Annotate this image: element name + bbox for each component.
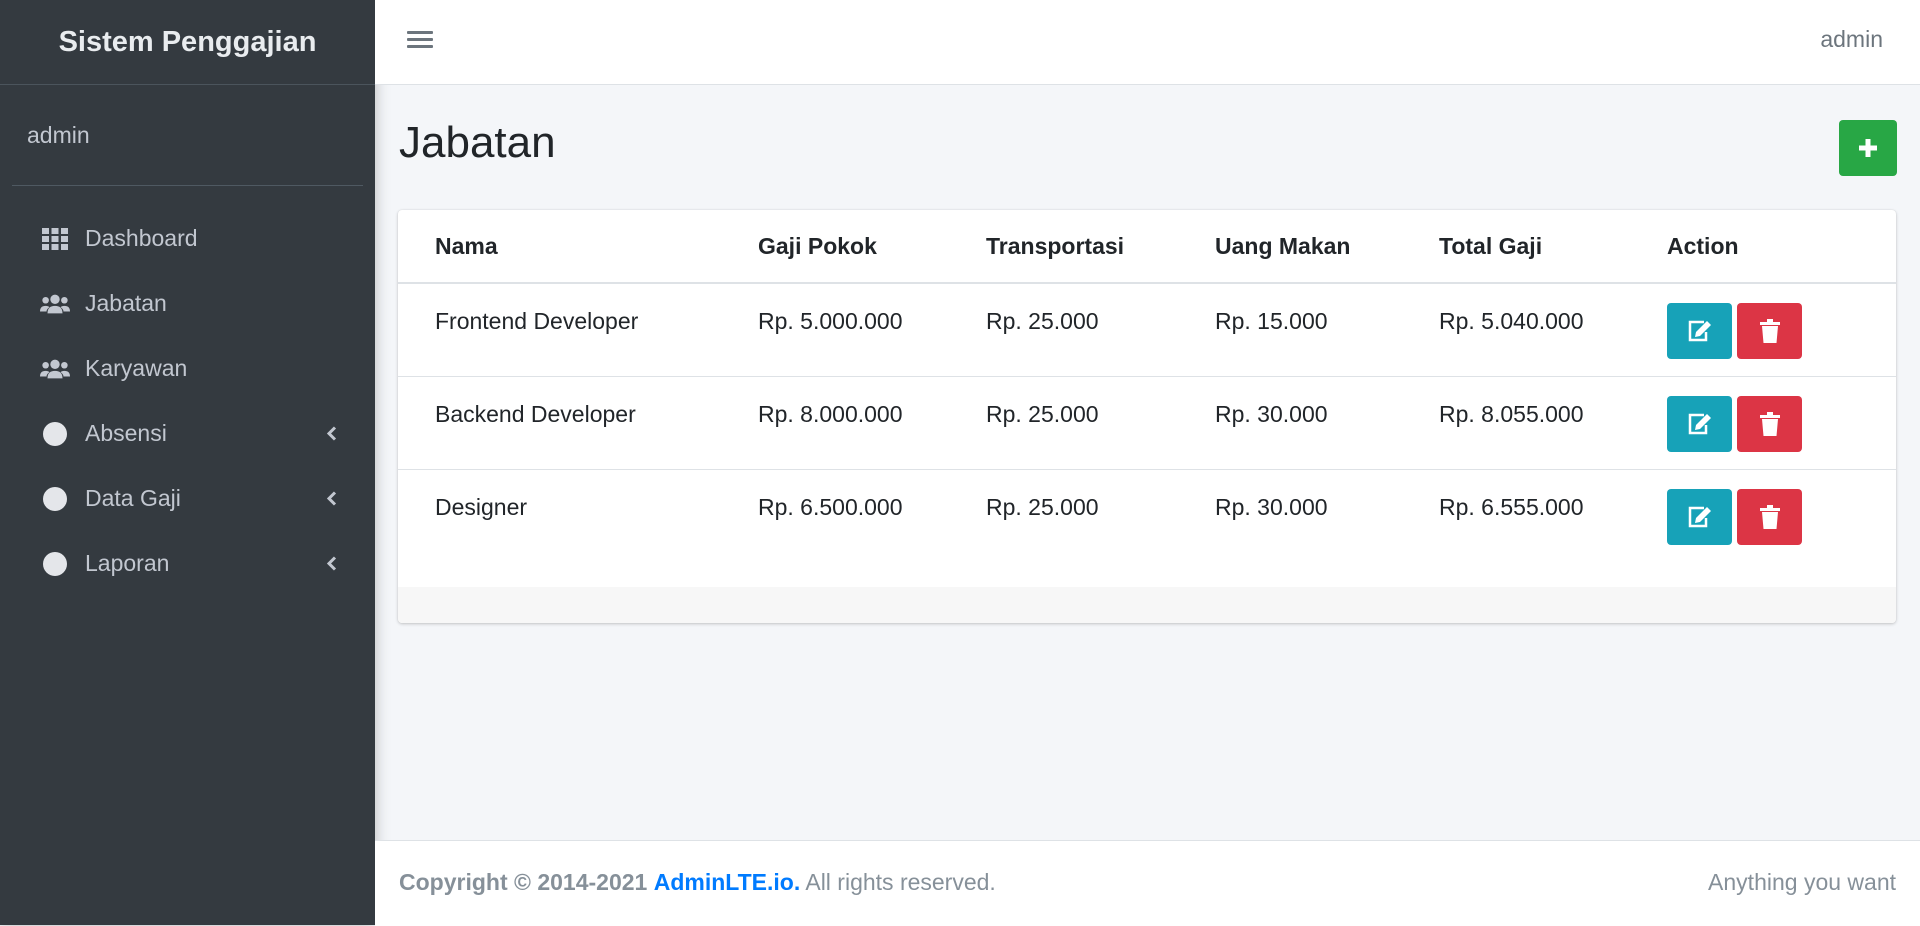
cell-gaji-pokok: Rp. 5.000.000 xyxy=(758,308,903,334)
column-header-transportasi[interactable]: Transportasi xyxy=(986,210,1215,284)
cell-nama: Backend Developer xyxy=(435,401,636,427)
rights-text: All rights reserved. xyxy=(805,869,996,895)
card-footer xyxy=(398,587,1896,623)
row-actions xyxy=(1667,470,1896,545)
cell-transportasi: Rp. 25.000 xyxy=(986,494,1099,520)
top-navbar: admin xyxy=(375,0,1920,85)
cell-uang-makan: Rp. 30.000 xyxy=(1215,494,1328,520)
sidebar-item-jabatan[interactable]: Jabatan xyxy=(0,271,375,336)
edit-button[interactable] xyxy=(1667,303,1732,359)
table-header-row: Nama Gaji Pokok Transportasi Uang Makan … xyxy=(398,210,1896,284)
trash-icon xyxy=(1759,319,1780,343)
cell-gaji-pokok: Rp. 8.000.000 xyxy=(758,401,903,427)
column-header-uang-makan[interactable]: Uang Makan xyxy=(1215,210,1439,284)
cell-uang-makan: Rp. 15.000 xyxy=(1215,308,1328,334)
column-header-gaji-pokok[interactable]: Gaji Pokok xyxy=(758,210,986,284)
sidebar-item-label: Laporan xyxy=(85,550,170,576)
circle-icon xyxy=(40,419,70,449)
chevron-left-icon xyxy=(326,485,337,512)
footer-copyright: Copyright © 2014-2021 AdminLTE.io. All r… xyxy=(399,869,996,896)
plus-icon xyxy=(1859,139,1877,157)
table-row: Frontend Developer Rp. 5.000.000 Rp. 25.… xyxy=(398,283,1896,377)
brand-title[interactable]: Sistem Penggajian xyxy=(0,0,375,85)
edit-icon xyxy=(1688,506,1711,528)
top-user-menu[interactable]: admin xyxy=(1820,26,1883,53)
cell-total-gaji: Rp. 8.055.000 xyxy=(1439,401,1584,427)
column-header-nama[interactable]: Nama xyxy=(398,210,758,284)
footer-tagline: Anything you want xyxy=(1708,869,1896,895)
sidebar-item-absensi[interactable]: Absensi xyxy=(0,401,375,466)
adminlte-link[interactable]: AdminLTE.io. xyxy=(654,869,801,895)
row-actions xyxy=(1667,284,1896,359)
page-footer: Copyright © 2014-2021 AdminLTE.io. All r… xyxy=(375,840,1920,926)
users-icon xyxy=(40,354,70,384)
edit-icon xyxy=(1688,320,1711,342)
sidebar-item-label: Absensi xyxy=(85,420,167,446)
sidebar-item-label: Jabatan xyxy=(85,290,167,316)
row-actions xyxy=(1667,377,1896,452)
sidebar-item-label: Dashboard xyxy=(85,225,198,251)
table-row: Backend Developer Rp. 8.000.000 Rp. 25.0… xyxy=(398,376,1896,470)
sidebar-item-dashboard[interactable]: Dashboard xyxy=(0,206,375,271)
trash-icon xyxy=(1759,412,1780,436)
jabatan-table: Nama Gaji Pokok Transportasi Uang Makan … xyxy=(398,210,1896,562)
circle-icon xyxy=(40,484,70,514)
circle-icon xyxy=(40,549,70,579)
add-jabatan-button[interactable] xyxy=(1839,120,1897,176)
trash-icon xyxy=(1759,505,1780,529)
cell-transportasi: Rp. 25.000 xyxy=(986,401,1099,427)
edit-button[interactable] xyxy=(1667,396,1732,452)
edit-button[interactable] xyxy=(1667,489,1732,545)
cell-total-gaji: Rp. 5.040.000 xyxy=(1439,308,1584,334)
edit-icon xyxy=(1688,413,1711,435)
sidebar-item-laporan[interactable]: Laporan xyxy=(0,531,375,596)
delete-button[interactable] xyxy=(1737,396,1802,452)
sidebar-user[interactable]: admin xyxy=(12,85,363,186)
cell-transportasi: Rp. 25.000 xyxy=(986,308,1099,334)
delete-button[interactable] xyxy=(1737,303,1802,359)
column-header-total-gaji[interactable]: Total Gaji xyxy=(1439,210,1667,284)
cell-nama: Designer xyxy=(435,494,528,520)
cell-uang-makan: Rp. 30.000 xyxy=(1215,401,1328,427)
sidebar-item-data-gaji[interactable]: Data Gaji xyxy=(0,466,375,531)
sidebar-item-karyawan[interactable]: Karyawan xyxy=(0,336,375,401)
table-row: Designer Rp. 6.500.000 Rp. 25.000 Rp. 30… xyxy=(398,470,1896,563)
delete-button[interactable] xyxy=(1737,489,1802,545)
cell-total-gaji: Rp. 6.555.000 xyxy=(1439,494,1584,520)
cell-gaji-pokok: Rp. 6.500.000 xyxy=(758,494,903,520)
sidebar-nav: Dashboard Jabatan Karyawan Absensi Data … xyxy=(0,186,375,596)
sidebar-item-label: Karyawan xyxy=(85,355,188,381)
copyright-text: Copyright © 2014-2021 xyxy=(399,869,648,895)
chevron-left-icon xyxy=(326,550,337,577)
page-title: Jabatan xyxy=(399,118,556,167)
grid-icon xyxy=(40,224,70,254)
chevron-left-icon xyxy=(326,420,337,447)
cell-nama: Frontend Developer xyxy=(435,308,639,334)
menu-toggle-icon[interactable] xyxy=(407,27,433,53)
jabatan-card: Nama Gaji Pokok Transportasi Uang Makan … xyxy=(398,210,1896,623)
sidebar-item-label: Data Gaji xyxy=(85,485,181,511)
column-header-action: Action xyxy=(1667,210,1896,284)
users-icon xyxy=(40,289,70,319)
sidebar: Sistem Penggajian admin Dashboard Jabata… xyxy=(0,0,375,925)
